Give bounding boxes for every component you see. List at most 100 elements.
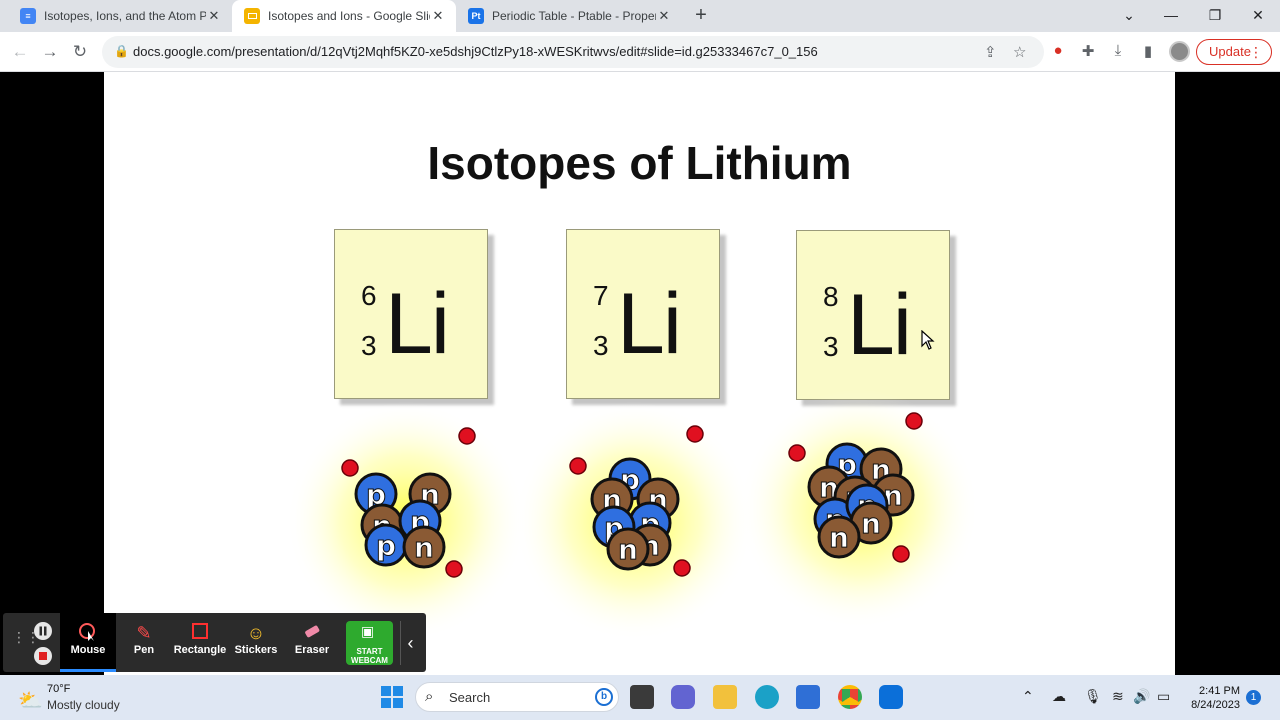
start-webcam-button[interactable]: ▣ START WEBCAM: [346, 621, 393, 665]
tab-close-icon[interactable]: ✕: [656, 8, 672, 24]
tab-docs[interactable]: ≡ Isotopes, Ions, and the Atom Pra ✕: [8, 0, 232, 32]
webcam-icon: ▣: [361, 623, 375, 639]
file-explorer-icon[interactable]: [713, 685, 737, 709]
slides-icon: [244, 8, 260, 24]
tab-close-icon[interactable]: ✕: [206, 8, 222, 24]
collapse-toolbar-chevron-icon[interactable]: ‹: [400, 621, 420, 665]
slide-canvas: Isotopes of Lithium 6 3 Li 7 3 Li 8 3 Li…: [104, 72, 1175, 675]
onedrive-icon[interactable]: ☁: [1052, 688, 1066, 705]
microsoft-store-icon[interactable]: [796, 685, 820, 709]
task-view-icon[interactable]: [630, 685, 654, 709]
reload-button[interactable]: ↻: [68, 40, 92, 64]
screencast-app-icon[interactable]: [879, 685, 903, 709]
atom-1: pnnppn: [286, 401, 526, 641]
update-button[interactable]: Update ⋮: [1196, 39, 1272, 65]
address-bar[interactable]: 🔒 docs.google.com/presentation/d/12qVtj2…: [102, 36, 1044, 68]
electron: [686, 425, 704, 443]
tool-eraser[interactable]: Eraser: [284, 613, 340, 672]
tab-close-icon[interactable]: ✕: [430, 8, 446, 24]
url-text: docs.google.com/presentation/d/12qVtj2Mq…: [133, 44, 818, 59]
windows-start-icon[interactable]: [380, 685, 404, 709]
tab-ptable[interactable]: Pt Periodic Table - Ptable - Properti ✕: [456, 0, 682, 32]
ptable-icon: Pt: [468, 8, 484, 24]
docs-icon: ≡: [20, 8, 36, 24]
edge-browser-icon[interactable]: [755, 685, 779, 709]
tab-title: Periodic Table - Ptable - Properti: [492, 9, 656, 23]
taskbar-clock[interactable]: 2:41 PM 8/24/2023: [1188, 684, 1240, 712]
tab-search-chevron-icon[interactable]: ⌄: [1108, 0, 1150, 32]
minimize-button[interactable]: —: [1150, 0, 1192, 32]
browser-toolbar: ← → ↻ 🔒 docs.google.com/presentation/d/1…: [0, 32, 1280, 72]
electron: [673, 559, 691, 577]
weather-desc: Mostly cloudy: [47, 698, 120, 712]
clock-time: 2:41 PM: [1199, 685, 1240, 697]
neutron-label: n: [414, 531, 434, 564]
bing-icon[interactable]: b: [595, 688, 613, 706]
screen-recorder-toolbar: ⋮⋮ Mouse ✎ Pen Rectangle ☺ Stickers Eras…: [3, 613, 426, 672]
weather-temp: 70°F: [47, 683, 71, 695]
back-button[interactable]: ←: [8, 40, 32, 64]
volume-icon[interactable]: 🔊: [1133, 688, 1150, 705]
new-tab-button[interactable]: +: [690, 4, 712, 26]
tool-stickers[interactable]: ☺ Stickers: [228, 613, 284, 672]
electron: [788, 444, 806, 462]
share-icon[interactable]: ⇪: [984, 43, 997, 61]
rectangle-icon: [172, 622, 228, 644]
tool-label: Eraser: [294, 644, 330, 656]
tool-mouse[interactable]: Mouse: [60, 613, 116, 672]
atom-illustrations: pnnppnpnnppnnpnnnnppnn: [286, 389, 979, 641]
tool-label: Pen: [133, 644, 155, 656]
microphone-icon[interactable]: 🎙: [1084, 688, 1102, 705]
side-panel-icon[interactable]: ▮: [1138, 42, 1158, 60]
electron: [905, 412, 923, 430]
tool-label: Stickers: [234, 644, 278, 656]
electron: [892, 545, 910, 563]
teams-chat-icon[interactable]: [671, 685, 695, 709]
restore-button[interactable]: ❐: [1194, 0, 1236, 32]
electron: [341, 459, 359, 477]
show-hidden-icons-chevron-icon[interactable]: ⌃: [1022, 688, 1034, 705]
atom-2: pnnppnn: [514, 401, 754, 641]
lock-icon: 🔒: [114, 44, 129, 58]
wifi-icon[interactable]: ≋: [1112, 688, 1124, 705]
electron: [458, 427, 476, 445]
tool-pen[interactable]: ✎ Pen: [116, 613, 172, 672]
electron: [445, 560, 463, 578]
windows-taskbar: ⛅ 70°F Mostly cloudy ⌕ Search b ⌃ ☁ 🎙 ≋ …: [0, 675, 1280, 720]
close-window-button[interactable]: ✕: [1237, 0, 1279, 32]
tool-rectangle[interactable]: Rectangle: [172, 613, 228, 672]
tool-label: Rectangle: [173, 644, 227, 656]
mouse-pointer-icon: [921, 329, 935, 355]
taskbar-search-box[interactable]: ⌕ Search b: [415, 682, 619, 712]
chrome-icon[interactable]: [838, 685, 862, 709]
tool-label: Mouse: [70, 644, 106, 656]
extension-record-icon[interactable]: ●: [1048, 42, 1068, 59]
mouse-cursor-icon: [60, 622, 116, 644]
electron: [569, 457, 587, 475]
eraser-icon: [284, 622, 340, 644]
tab-slides[interactable]: Isotopes and Ions - Google Slide ✕: [232, 0, 456, 32]
cloudy-weather-icon: ⛅: [18, 690, 43, 712]
update-label: Update: [1209, 44, 1251, 59]
battery-icon[interactable]: ▭: [1157, 688, 1170, 705]
pause-button[interactable]: [34, 622, 52, 640]
download-icon[interactable]: ⤓: [1108, 42, 1128, 59]
browser-tab-bar: ≡ Isotopes, Ions, and the Atom Pra ✕ Iso…: [0, 0, 1280, 32]
atom-3: pnnnnppnn: [739, 389, 979, 629]
neutron-label: n: [618, 533, 638, 566]
search-icon: ⌕: [425, 688, 434, 705]
neutron-label: n: [829, 521, 849, 554]
bookmark-star-icon[interactable]: ☆: [1013, 43, 1026, 61]
forward-button[interactable]: →: [38, 40, 62, 64]
stop-button[interactable]: [34, 647, 52, 665]
tab-title: Isotopes and Ions - Google Slide: [268, 9, 430, 23]
tab-title: Isotopes, Ions, and the Atom Pra: [44, 9, 206, 23]
search-placeholder: Search: [449, 690, 491, 705]
notification-badge[interactable]: 1: [1246, 690, 1261, 705]
extensions-puzzle-icon[interactable]: ✚: [1078, 42, 1098, 60]
menu-dots-icon[interactable]: ⋮: [1249, 40, 1263, 64]
proton-label: p: [376, 529, 396, 562]
pen-icon: ✎: [136, 623, 152, 643]
profile-avatar[interactable]: [1169, 41, 1190, 62]
neutron-label: n: [861, 507, 881, 540]
